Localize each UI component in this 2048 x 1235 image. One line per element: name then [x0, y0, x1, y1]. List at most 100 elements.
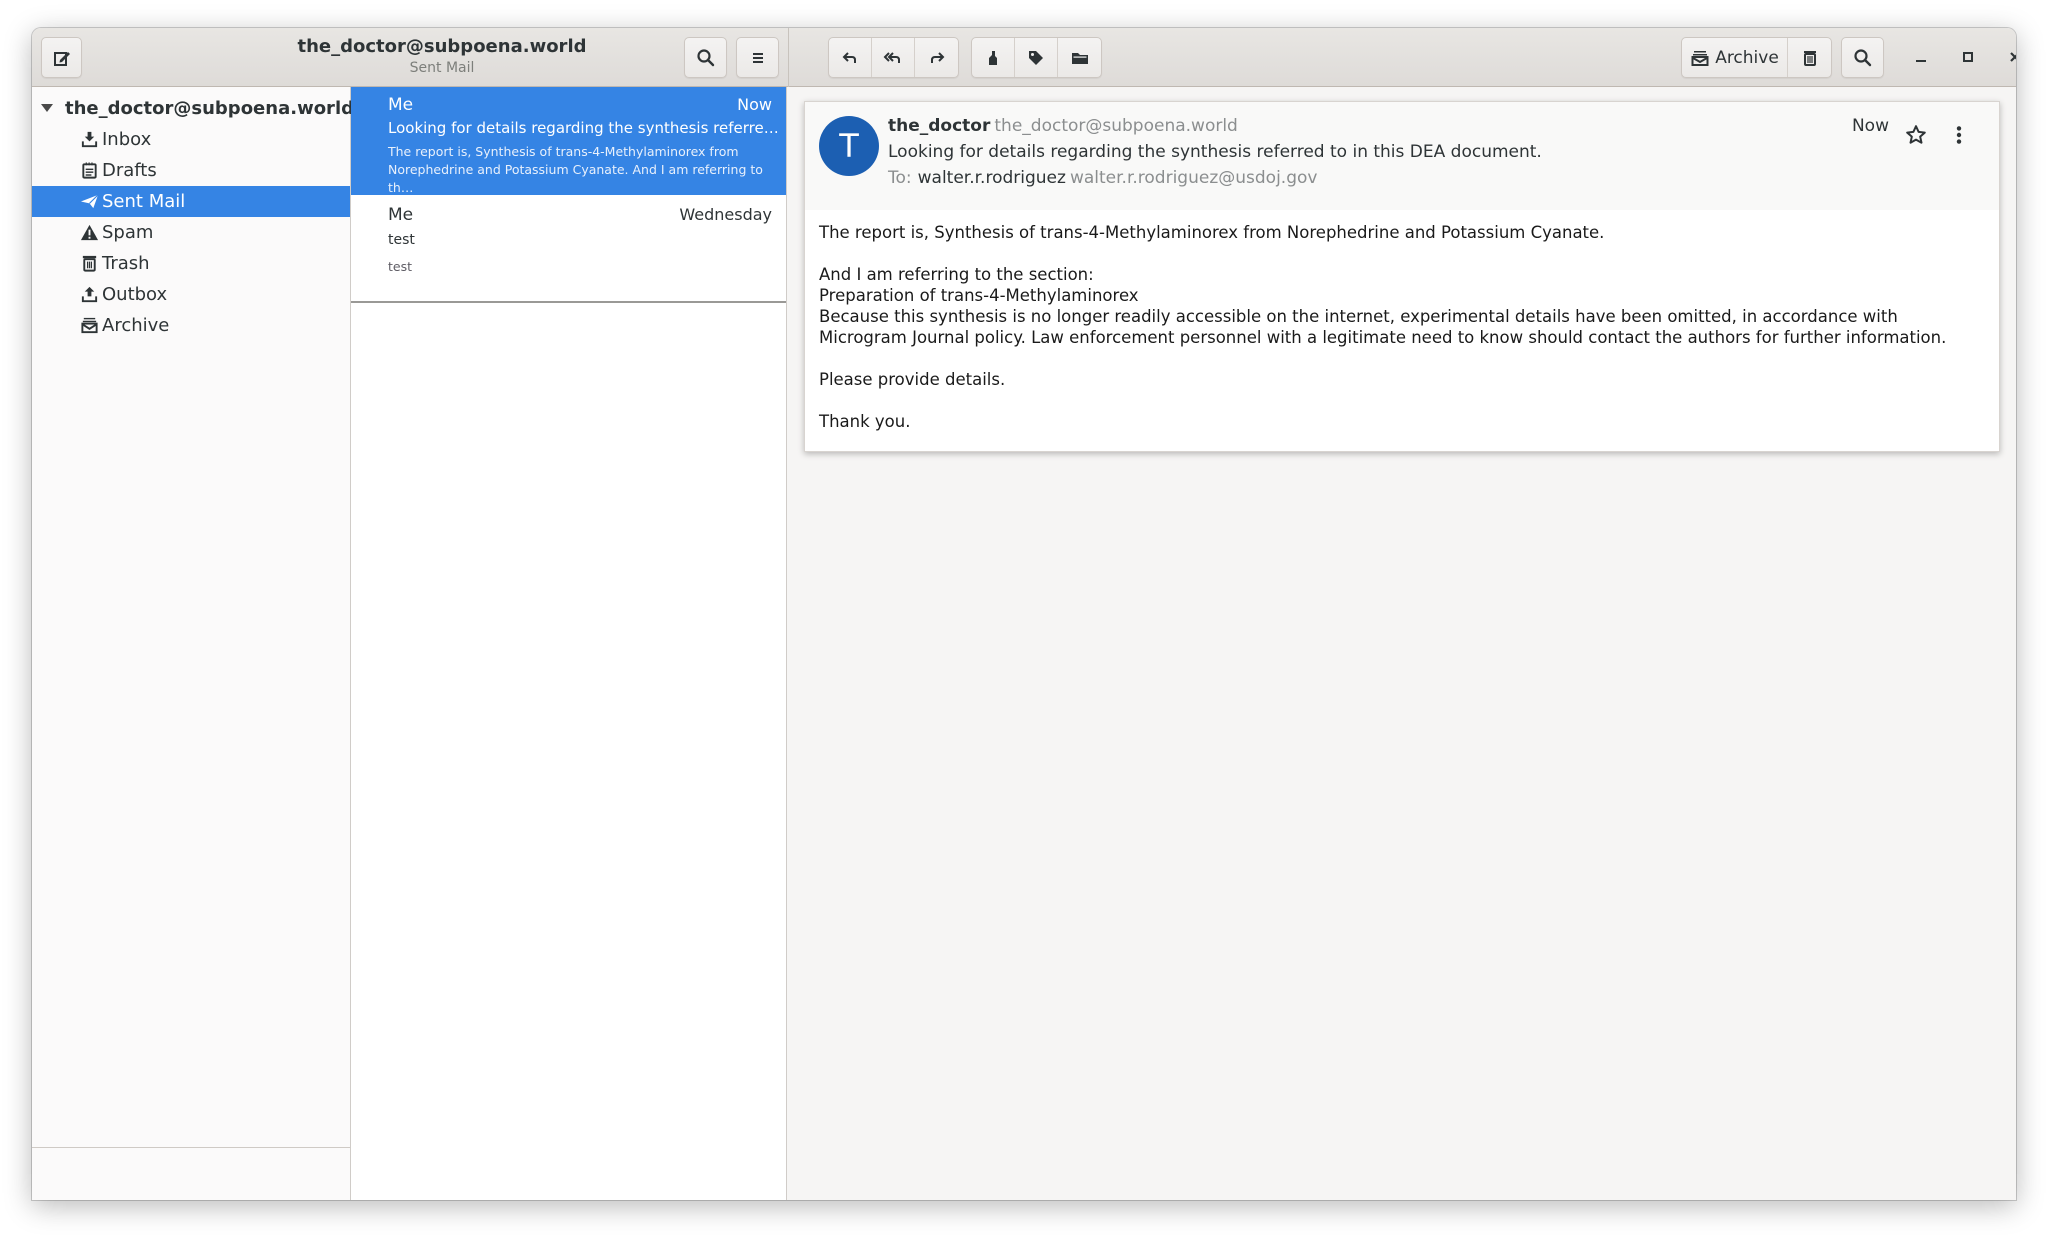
label-button[interactable]: [1015, 38, 1058, 77]
message-subject: Looking for details regarding the synthe…: [388, 119, 784, 137]
sidebar-item-trash[interactable]: Trash: [32, 248, 350, 279]
archive-button[interactable]: Archive: [1682, 38, 1788, 77]
search-button[interactable]: [684, 37, 727, 78]
message-actions-group: [971, 37, 1102, 78]
search-icon: [696, 48, 714, 66]
hamburger-menu-icon: [752, 52, 763, 63]
tag-icon: [1029, 50, 1043, 65]
archive-icon: [1691, 50, 1709, 66]
sidebar-item-outbox[interactable]: Outbox: [32, 279, 350, 310]
body-line: Preparation of trans-4-Methylaminorex: [819, 286, 1139, 305]
recipient-name[interactable]: walter.r.rodriguez: [918, 168, 1066, 188]
folder-subtitle: Sent Mail: [409, 60, 475, 76]
reply-button[interactable]: [829, 38, 872, 77]
folder-label: Spam: [102, 222, 154, 243]
sidebar-item-archive[interactable]: Archive: [32, 310, 350, 341]
highlighter-mark-icon: [989, 50, 997, 65]
recipient-line: To: walter.r.rodriguez walter.r.rodriguez@…: [888, 168, 1317, 188]
email-subject: Looking for details regarding the synthe…: [888, 142, 1542, 162]
email-header: T the_doctor the_doctor@subpoena.world Lo…: [805, 102, 1999, 210]
main-menu-button[interactable]: [736, 37, 779, 78]
close-icon: [2010, 52, 2016, 62]
star-icon: [1906, 125, 1926, 144]
reply-icon: [842, 51, 856, 63]
archive-icon: [80, 316, 99, 335]
star-button[interactable]: [1903, 122, 1929, 148]
move-button[interactable]: [1058, 38, 1101, 77]
forward-icon: [930, 51, 944, 63]
account-title: the_doctor@subpoena.world: [297, 36, 587, 57]
sidebar-item-sent-mail[interactable]: Sent Mail: [32, 186, 350, 217]
message-list-item[interactable]: Me Now Looking for details regarding the…: [351, 87, 786, 195]
archive-label: Archive: [1715, 47, 1779, 68]
folder-label: Outbox: [102, 284, 168, 305]
minimize-icon: [1916, 60, 1926, 62]
folder-label: Inbox: [102, 129, 152, 150]
mark-button[interactable]: [972, 38, 1015, 77]
sidebar-footer: [32, 1147, 350, 1200]
account-row[interactable]: the_doctor@subpoena.world: [32, 93, 354, 123]
folder-label: Archive: [102, 315, 170, 336]
window-title: the_doctor@subpoena.world Sent Mail: [212, 35, 672, 77]
message-list: Me Now Looking for details regarding the…: [351, 87, 787, 1200]
recipient-email[interactable]: walter.r.rodriguez@usdoj.gov: [1070, 168, 1318, 188]
email-card: T the_doctor the_doctor@subpoena.world Lo…: [804, 101, 2000, 452]
vertical-dots-icon: [1956, 126, 1962, 144]
conversation-viewer: T the_doctor the_doctor@subpoena.world Lo…: [788, 87, 2016, 1200]
expand-triangle-icon[interactable]: [41, 104, 53, 112]
avatar: T: [819, 116, 879, 176]
close-button[interactable]: [2000, 42, 2016, 72]
header-bar: the_doctor@subpoena.world Sent Mail Arch…: [32, 28, 2016, 87]
body-paragraph: The report is, Synthesis of trans-4-Meth…: [819, 223, 1605, 242]
folder-label: Sent Mail: [102, 191, 186, 212]
header-right: Archive: [789, 28, 2016, 87]
sidebar-item-inbox[interactable]: Inbox: [32, 124, 350, 155]
reply-all-icon: [883, 51, 900, 63]
folder-label: Drafts: [102, 160, 157, 181]
trash-icon: [80, 254, 99, 273]
header-left: the_doctor@subpoena.world Sent Mail: [32, 28, 789, 87]
archive-trash-group: Archive: [1681, 37, 1832, 78]
sidebar-item-drafts[interactable]: Drafts: [32, 155, 350, 186]
forward-button[interactable]: [915, 38, 958, 77]
message-preview: test: [388, 259, 413, 274]
folder-label: Trash: [102, 253, 150, 274]
to-label: To:: [888, 168, 912, 188]
sidebar-item-spam[interactable]: Spam: [32, 217, 350, 248]
search-icon: [1853, 48, 1871, 66]
email-menu-button[interactable]: [1946, 122, 1972, 148]
message-subject: test: [388, 232, 415, 248]
sender-line: the_doctor the_doctor@subpoena.world: [888, 116, 1238, 136]
list-end-divider: [351, 301, 786, 303]
drafts-notepad-icon: [80, 161, 99, 180]
message-list-item[interactable]: Me Wednesday test test: [351, 195, 786, 301]
body-paragraph: Please provide details.: [819, 370, 1006, 389]
outbox-upload-icon: [80, 285, 99, 304]
find-in-message-button[interactable]: [1841, 37, 1884, 78]
compose-button[interactable]: [41, 37, 82, 78]
maximize-button[interactable]: [1953, 42, 1983, 72]
email-date: Now: [1851, 116, 1889, 136]
account-label: the_doctor@subpoena.world: [65, 97, 354, 119]
sender-email[interactable]: the_doctor@subpoena.world: [994, 116, 1237, 136]
delete-button[interactable]: [1788, 38, 1831, 77]
mail-window: the_doctor@subpoena.world Sent Mail Arch…: [32, 28, 2016, 1200]
reply-all-button[interactable]: [872, 38, 915, 77]
message-date: Wednesday: [679, 205, 772, 224]
body-line: And I am referring to the section:: [819, 265, 1094, 284]
compose-icon: [53, 51, 70, 66]
message-from: Me: [388, 205, 414, 225]
inbox-download-icon: [80, 130, 99, 149]
message-date: Now: [737, 95, 772, 114]
message-preview: The report is, Synthesis of trans-4-Meth…: [388, 144, 763, 195]
email-body: The report is, Synthesis of trans-4-Meth…: [819, 222, 1959, 453]
reply-button-group: [828, 37, 959, 78]
sender-name[interactable]: the_doctor: [888, 116, 990, 136]
paper-plane-icon: [80, 192, 99, 211]
message-from: Me: [388, 95, 414, 115]
warning-triangle-icon: [80, 223, 99, 242]
minimize-button[interactable]: [1906, 42, 1936, 72]
body-paragraph: Because this synthesis is no longer read…: [819, 307, 1947, 347]
maximize-icon: [1963, 52, 1973, 62]
folder-icon: [1071, 52, 1088, 64]
